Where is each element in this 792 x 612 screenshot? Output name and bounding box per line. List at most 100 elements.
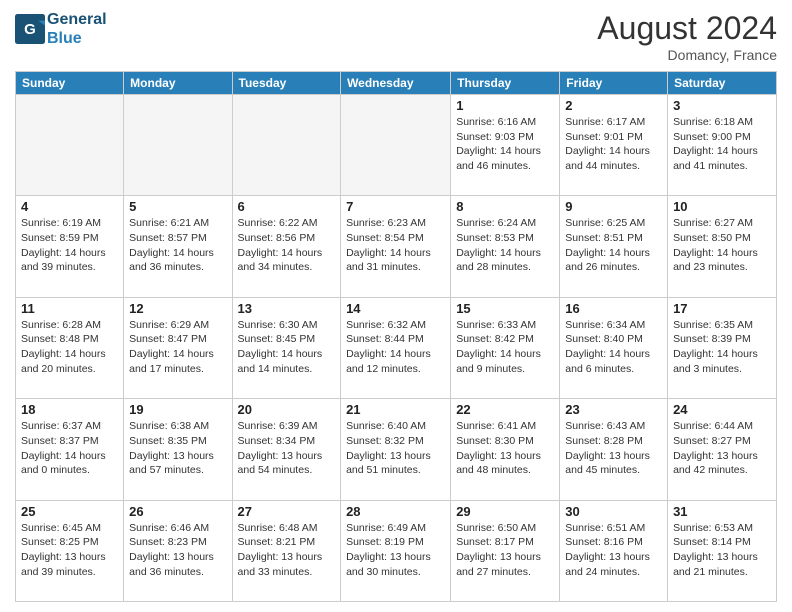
day-info: Sunrise: 6:24 AM Sunset: 8:53 PM Dayligh… [456,216,554,275]
location: Domancy, France [597,47,777,63]
day-number: 6 [238,199,336,214]
calendar-cell: 21 Sunrise: 6:40 AM Sunset: 8:32 PM Dayli… [341,399,451,500]
day-number: 2 [565,98,662,113]
calendar-header-thursday: Thursday [451,72,560,95]
day-info: Sunrise: 6:25 AM Sunset: 8:51 PM Dayligh… [565,216,662,275]
calendar-cell [232,95,341,196]
calendar-cell: 19 Sunrise: 6:38 AM Sunset: 8:35 PM Dayli… [124,399,232,500]
day-info: Sunrise: 6:33 AM Sunset: 8:42 PM Dayligh… [456,318,554,377]
calendar-body: 1 Sunrise: 6:16 AM Sunset: 9:03 PM Daylig… [16,95,777,602]
calendar-header-sunday: Sunday [16,72,124,95]
calendar-cell [16,95,124,196]
day-info: Sunrise: 6:53 AM Sunset: 8:14 PM Dayligh… [673,521,771,580]
calendar-cell: 5 Sunrise: 6:21 AM Sunset: 8:57 PM Daylig… [124,196,232,297]
day-info: Sunrise: 6:49 AM Sunset: 8:19 PM Dayligh… [346,521,445,580]
page: G General Blue August 2024 Domancy, Fran… [0,0,792,612]
day-info: Sunrise: 6:40 AM Sunset: 8:32 PM Dayligh… [346,419,445,478]
calendar-table: SundayMondayTuesdayWednesdayThursdayFrid… [15,71,777,602]
day-number: 20 [238,402,336,417]
day-info: Sunrise: 6:46 AM Sunset: 8:23 PM Dayligh… [129,521,226,580]
day-info: Sunrise: 6:23 AM Sunset: 8:54 PM Dayligh… [346,216,445,275]
calendar-week-0: 1 Sunrise: 6:16 AM Sunset: 9:03 PM Daylig… [16,95,777,196]
calendar-cell: 23 Sunrise: 6:43 AM Sunset: 8:28 PM Dayli… [560,399,668,500]
calendar-cell: 14 Sunrise: 6:32 AM Sunset: 8:44 PM Dayli… [341,297,451,398]
day-number: 3 [673,98,771,113]
calendar-cell: 31 Sunrise: 6:53 AM Sunset: 8:14 PM Dayli… [668,500,777,601]
day-number: 14 [346,301,445,316]
day-number: 21 [346,402,445,417]
calendar-cell: 10Sunrise: 6:27 AM Sunset: 8:50 PM Dayli… [668,196,777,297]
day-number: 24 [673,402,771,417]
calendar-cell: 17 Sunrise: 6:35 AM Sunset: 8:39 PM Dayli… [668,297,777,398]
calendar-cell: 12Sunrise: 6:29 AM Sunset: 8:47 PM Dayli… [124,297,232,398]
day-info: Sunrise: 6:43 AM Sunset: 8:28 PM Dayligh… [565,419,662,478]
day-info: Sunrise: 6:17 AM Sunset: 9:01 PM Dayligh… [565,115,662,174]
calendar-cell: 25Sunrise: 6:45 AM Sunset: 8:25 PM Dayli… [16,500,124,601]
calendar-cell: 7 Sunrise: 6:23 AM Sunset: 8:54 PM Daylig… [341,196,451,297]
calendar-cell: 28 Sunrise: 6:49 AM Sunset: 8:19 PM Dayli… [341,500,451,601]
day-info: Sunrise: 6:37 AM Sunset: 8:37 PM Dayligh… [21,419,118,478]
calendar-cell: 9Sunrise: 6:25 AM Sunset: 8:51 PM Daylig… [560,196,668,297]
calendar-cell [341,95,451,196]
logo: G General Blue [15,10,107,48]
day-number: 11 [21,301,118,316]
calendar-header-tuesday: Tuesday [232,72,341,95]
day-info: Sunrise: 6:21 AM Sunset: 8:57 PM Dayligh… [129,216,226,275]
day-number: 5 [129,199,226,214]
calendar-cell: 24 Sunrise: 6:44 AM Sunset: 8:27 PM Dayli… [668,399,777,500]
calendar-cell: 2 Sunrise: 6:17 AM Sunset: 9:01 PM Daylig… [560,95,668,196]
calendar-week-4: 25Sunrise: 6:45 AM Sunset: 8:25 PM Dayli… [16,500,777,601]
calendar-cell: 20Sunrise: 6:39 AM Sunset: 8:34 PM Dayli… [232,399,341,500]
day-number: 30 [565,504,662,519]
day-info: Sunrise: 6:30 AM Sunset: 8:45 PM Dayligh… [238,318,336,377]
day-number: 28 [346,504,445,519]
day-info: Sunrise: 6:38 AM Sunset: 8:35 PM Dayligh… [129,419,226,478]
calendar-cell: 11 Sunrise: 6:28 AM Sunset: 8:48 PM Dayli… [16,297,124,398]
calendar-header-wednesday: Wednesday [341,72,451,95]
calendar-header-row: SundayMondayTuesdayWednesdayThursdayFrid… [16,72,777,95]
calendar-week-3: 18 Sunrise: 6:37 AM Sunset: 8:37 PM Dayli… [16,399,777,500]
calendar-cell: 29 Sunrise: 6:50 AM Sunset: 8:17 PM Dayli… [451,500,560,601]
calendar-cell: 27Sunrise: 6:48 AM Sunset: 8:21 PM Dayli… [232,500,341,601]
calendar-cell: 4Sunrise: 6:19 AM Sunset: 8:59 PM Daylig… [16,196,124,297]
day-info: Sunrise: 6:35 AM Sunset: 8:39 PM Dayligh… [673,318,771,377]
day-number: 23 [565,402,662,417]
day-info: Sunrise: 6:50 AM Sunset: 8:17 PM Dayligh… [456,521,554,580]
day-number: 26 [129,504,226,519]
title-block: August 2024 Domancy, France [597,10,777,63]
day-info: Sunrise: 6:48 AM Sunset: 8:21 PM Dayligh… [238,521,336,580]
day-number: 15 [456,301,554,316]
calendar-cell: 13Sunrise: 6:30 AM Sunset: 8:45 PM Dayli… [232,297,341,398]
day-number: 29 [456,504,554,519]
calendar-header-saturday: Saturday [668,72,777,95]
calendar-week-2: 11 Sunrise: 6:28 AM Sunset: 8:48 PM Dayli… [16,297,777,398]
day-info: Sunrise: 6:44 AM Sunset: 8:27 PM Dayligh… [673,419,771,478]
calendar-cell: 18 Sunrise: 6:37 AM Sunset: 8:37 PM Dayli… [16,399,124,500]
day-info: Sunrise: 6:16 AM Sunset: 9:03 PM Dayligh… [456,115,554,174]
day-number: 16 [565,301,662,316]
day-number: 8 [456,199,554,214]
day-number: 17 [673,301,771,316]
calendar-cell: 3 Sunrise: 6:18 AM Sunset: 9:00 PM Daylig… [668,95,777,196]
day-number: 1 [456,98,554,113]
day-number: 7 [346,199,445,214]
calendar-cell: 16 Sunrise: 6:34 AM Sunset: 8:40 PM Dayli… [560,297,668,398]
day-info: Sunrise: 6:32 AM Sunset: 8:44 PM Dayligh… [346,318,445,377]
day-number: 10 [673,199,771,214]
day-info: Sunrise: 6:34 AM Sunset: 8:40 PM Dayligh… [565,318,662,377]
calendar-header-friday: Friday [560,72,668,95]
day-info: Sunrise: 6:51 AM Sunset: 8:16 PM Dayligh… [565,521,662,580]
calendar-cell: 30 Sunrise: 6:51 AM Sunset: 8:16 PM Dayli… [560,500,668,601]
day-info: Sunrise: 6:29 AM Sunset: 8:47 PM Dayligh… [129,318,226,377]
day-number: 19 [129,402,226,417]
day-number: 22 [456,402,554,417]
calendar-cell: 22Sunrise: 6:41 AM Sunset: 8:30 PM Dayli… [451,399,560,500]
calendar-header-monday: Monday [124,72,232,95]
day-info: Sunrise: 6:28 AM Sunset: 8:48 PM Dayligh… [21,318,118,377]
logo-icon: G [15,14,45,44]
day-info: Sunrise: 6:19 AM Sunset: 8:59 PM Dayligh… [21,216,118,275]
day-info: Sunrise: 6:18 AM Sunset: 9:00 PM Dayligh… [673,115,771,174]
day-number: 31 [673,504,771,519]
day-number: 18 [21,402,118,417]
day-number: 25 [21,504,118,519]
